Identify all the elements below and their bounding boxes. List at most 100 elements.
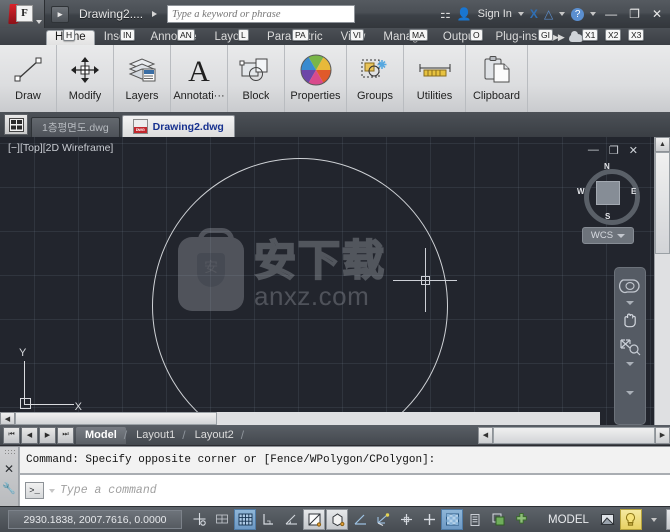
viewport-restore-button[interactable]: ❐	[609, 144, 619, 157]
user-icon[interactable]: 👤	[457, 8, 472, 20]
command-prompt-icon[interactable]: >_	[25, 482, 44, 499]
cloud-icon[interactable]	[568, 30, 583, 42]
quick-properties-toggle[interactable]	[464, 509, 486, 530]
lineweight-toggle[interactable]	[418, 509, 440, 530]
workspace-switching-icon[interactable]	[619, 509, 642, 530]
horizontal-scrollbar[interactable]: ◀	[0, 412, 600, 425]
steering-wheel-icon[interactable]	[618, 274, 642, 298]
space-toggle-label[interactable]: MODEL	[548, 514, 589, 526]
sign-in-label[interactable]: Sign In	[478, 8, 512, 20]
coordinate-system-dropdown[interactable]: WCS	[582, 227, 634, 244]
transparency-toggle[interactable]	[441, 509, 463, 530]
close-button[interactable]: ✕	[649, 8, 665, 20]
dynamic-input-toggle[interactable]	[395, 509, 417, 530]
polar-tracking-toggle[interactable]	[280, 509, 302, 530]
file-tab-floorplan[interactable]: 1층평면도.dwg	[31, 117, 120, 137]
layout-scroll-right-arrow[interactable]: ▶	[655, 426, 670, 444]
view-cube[interactable]: N S W E WCS	[576, 162, 640, 260]
hardware-acceleration-icon[interactable]	[665, 509, 670, 530]
viewport-close-button[interactable]: ✕	[629, 144, 638, 157]
scroll-left-arrow[interactable]: ◀	[0, 412, 15, 425]
clipboard-icon	[481, 51, 513, 89]
ribbon-tab-layout[interactable]: Layout	[206, 30, 259, 45]
scroll-up-arrow[interactable]: ▲	[655, 137, 670, 152]
infer-constraints-toggle[interactable]	[188, 509, 210, 530]
3d-object-snap-toggle[interactable]	[326, 509, 348, 530]
file-tab-label: Drawing2.dwg	[152, 120, 224, 133]
zoom-extents-icon[interactable]	[618, 335, 642, 359]
layout-first-button[interactable]: ⏮	[3, 426, 20, 444]
autodesk-360-chevron-icon[interactable]	[559, 12, 566, 16]
start-tab-button[interactable]	[4, 114, 28, 135]
pan-hand-icon[interactable]	[618, 308, 642, 332]
layout-last-button[interactable]: ⏭	[57, 426, 74, 444]
command-line-close-icon[interactable]: ✕	[4, 462, 14, 476]
panel-layers[interactable]: Layers	[114, 45, 171, 112]
move-arrows-icon	[69, 51, 101, 89]
ribbon-tab-annotate[interactable]: Annotate	[141, 30, 205, 45]
layout-tab-layout1[interactable]: Layout1	[127, 427, 184, 444]
command-input[interactable]: Type a command	[60, 484, 157, 497]
layout-scroll-left-arrow[interactable]: ◀	[478, 426, 493, 444]
layout-tab-layout2[interactable]: Layout2	[186, 427, 243, 444]
grid-display-toggle[interactable]	[234, 509, 256, 530]
zoom-chevron-icon[interactable]	[626, 362, 634, 366]
steering-wheel-chevron-icon[interactable]	[626, 301, 634, 305]
help-icon[interactable]: ?	[571, 7, 585, 21]
search-input[interactable]	[168, 6, 355, 22]
panel-utilities[interactable]: Utilities	[404, 45, 466, 112]
autodesk-360-icon[interactable]: △	[544, 8, 553, 20]
layout-tab-model[interactable]: Model	[76, 426, 126, 444]
layout-scroll-thumb[interactable]	[493, 426, 655, 444]
dynamic-ucs-toggle[interactable]	[372, 509, 394, 530]
minimize-button[interactable]: —	[602, 8, 620, 20]
drawing-viewport[interactable]: [−][Top][2D Wireframe] — ❐ ✕ 安 安下载 anxz.…	[0, 137, 670, 425]
compass-south-label[interactable]: S	[605, 212, 610, 221]
command-prompt-chevron-icon[interactable]	[49, 488, 55, 493]
search-box[interactable]	[167, 5, 356, 23]
vertical-scrollbar[interactable]: ▲	[654, 137, 670, 425]
object-snap-tracking-toggle[interactable]	[349, 509, 371, 530]
annotation-monitor-toggle[interactable]	[510, 509, 532, 530]
layout-prev-button[interactable]: ◀	[21, 426, 38, 444]
layout-next-button[interactable]: ▶	[39, 426, 56, 444]
maximize-button[interactable]: ❐	[626, 8, 643, 20]
binoculars-icon[interactable]: ⚏	[440, 8, 451, 20]
view-cube-top-face[interactable]	[596, 181, 620, 205]
annotation-scale-icon[interactable]	[597, 509, 619, 530]
panel-draw[interactable]: Draw	[0, 45, 57, 112]
vertical-scroll-thumb[interactable]	[655, 152, 670, 254]
compass-west-label[interactable]: W	[577, 187, 585, 196]
help-chevron-icon[interactable]	[590, 12, 597, 16]
command-input-row[interactable]: >_ Type a command	[19, 474, 670, 507]
document-title-chevron-icon[interactable]	[152, 11, 158, 17]
panel-block[interactable]: Block	[228, 45, 285, 112]
sign-in-chevron-icon[interactable]	[517, 12, 524, 16]
wcs-label: WCS	[590, 230, 614, 241]
panel-annotation[interactable]: A Annotati···	[171, 45, 228, 112]
command-line-drag-handle[interactable]	[3, 449, 15, 456]
qat-forward-button[interactable]: ▸	[51, 5, 69, 23]
navigation-bar[interactable]	[614, 267, 646, 425]
panel-modify[interactable]: Modify	[57, 45, 114, 112]
viewport-minimize-button[interactable]: —	[588, 144, 599, 157]
file-tab-drawing2[interactable]: Drawing2.dwg	[121, 115, 235, 137]
snap-mode-toggle[interactable]	[211, 509, 233, 530]
compass-east-label[interactable]: E	[631, 187, 636, 196]
panel-properties[interactable]: Properties	[285, 45, 347, 112]
exchange-app-icon[interactable]: X	[530, 8, 538, 20]
selection-cycling-toggle[interactable]	[487, 509, 509, 530]
application-menu-button[interactable]: F	[0, 0, 45, 28]
viewport-label[interactable]: [−][Top][2D Wireframe]	[8, 142, 113, 154]
panel-groups[interactable]: Groups	[347, 45, 404, 112]
ortho-mode-toggle[interactable]	[257, 509, 279, 530]
panel-clipboard[interactable]: Clipboard	[466, 45, 528, 112]
horizontal-scroll-thumb[interactable]	[15, 412, 217, 425]
coordinates-display[interactable]: 2930.1838, 2007.7616, 0.0000	[8, 510, 182, 529]
ribbon-more-tabs-icon[interactable]: ▶▶	[552, 32, 565, 43]
navbar-overflow-chevron-icon[interactable]	[626, 391, 634, 395]
compass-north-label[interactable]: N	[604, 162, 610, 171]
workspace-chevron-icon[interactable]	[643, 509, 665, 530]
command-line-settings-icon[interactable]: 🔧	[2, 482, 16, 495]
object-snap-toggle[interactable]	[303, 509, 325, 530]
